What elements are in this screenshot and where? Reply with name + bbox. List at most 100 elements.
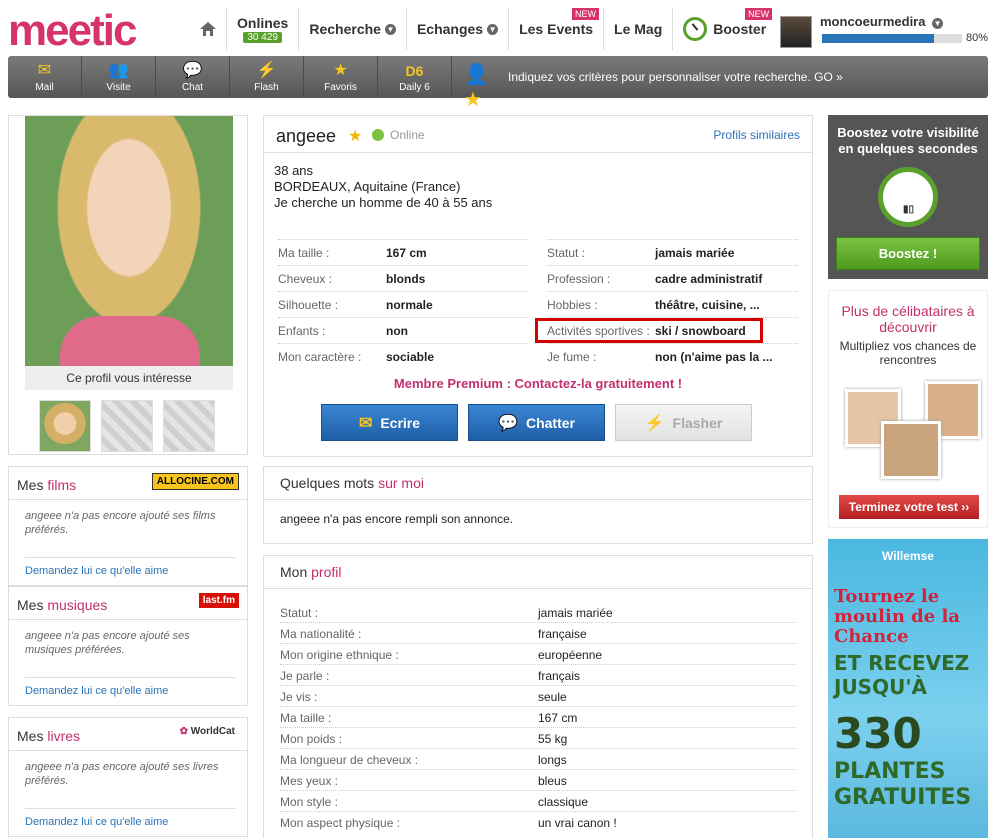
about-text: angeee n'a pas encore rempli son annonce… [280,512,514,526]
attr-value: jamais mariée [655,246,735,260]
avatar[interactable] [780,16,812,48]
photo-thumbnail-placeholder[interactable] [101,400,153,452]
nav-booster[interactable]: NEW Booster [673,8,776,50]
films-ask-link[interactable]: Demandez lui ce qu'elle aime [25,565,168,577]
ad-tagline: Tournez le moulin de la Chance [834,586,960,647]
premium-contact-link[interactable]: Membre Premium : Contactez-la gratuiteme… [264,376,812,391]
ad-line: PLANTES [834,759,946,784]
my-profile-title: Mon profil [280,564,341,580]
toolbar-flash-label: Flash [254,81,279,93]
attr-value: non [386,324,408,338]
nav-mag-label: Le Mag [614,21,663,37]
onlines-count-badge: 30 429 [243,32,282,43]
gauge-icon [683,17,708,41]
profile-row-value: bleus [538,774,567,788]
toolbar-visite[interactable]: 👥 Visite [82,56,156,98]
profile-row-value: 55 kg [538,732,568,746]
boost-button[interactable]: Boostez ! [836,237,980,270]
nav-echanges[interactable]: Echanges ▼ [407,8,510,50]
attr-row: Je fume : non (n'aime pas la ... [547,343,798,369]
toolbar-mail[interactable]: ✉ Mail [8,56,82,98]
divider [264,152,812,153]
attr-label: Mon caractère : [278,350,362,364]
write-button-label: Ecrire [380,414,421,431]
nav-mag[interactable]: Le Mag [604,8,674,50]
toolbar-flash[interactable]: ⚡ Flash [230,56,304,98]
finish-test-button[interactable]: Terminez votre test ›› [839,495,979,519]
music-ask-link[interactable]: Demandez lui ce qu'elle aime [25,685,168,697]
toolbar-daily6[interactable]: D6 Daily 6 [378,56,452,98]
nav-home[interactable] [190,8,227,50]
similar-profiles-link[interactable]: Profils similaires [713,128,800,142]
boost-title: Boostez votre visibilité en quelques sec… [837,125,979,156]
ad-line: JUSQU'À [834,675,927,699]
meetic-logo[interactable]: meetic [8,6,137,56]
attr-label: Ma taille : [278,246,330,260]
about-panel: Quelques mots sur moi angeee n'a pas enc… [263,466,813,544]
profile-row: Je parle : français [280,665,796,686]
allocine-logo[interactable]: ALLOCINE.COM [151,473,239,490]
attr-row: Statut : jamais mariée [547,239,798,265]
profile-row-label: Mon origine ethnique : [280,648,399,662]
profile-row: Je vis : seule [280,686,796,707]
flash-button[interactable]: ⚡ Flasher [615,404,752,441]
profile-seeking: Je cherche un homme de 40 à 55 ans [274,195,493,210]
attr-row: Mon caractère : sociable [278,343,528,369]
attr-label: Activités sportives : [547,324,650,338]
divider [9,750,247,751]
profile-row-value: français [538,669,581,683]
new-badge: NEW [745,8,773,20]
lastfm-logo[interactable]: last.fm [198,593,239,608]
profile-age: 38 ans [274,163,314,178]
toolbar-chat[interactable]: 💬 Chat [156,56,230,98]
my-profile-title-prefix: Mon [280,564,312,580]
divider [25,677,235,678]
nav-recherche[interactable]: Recherche ▼ [299,8,407,50]
user-star-icon: 👤★ [464,64,489,111]
books-ask-link[interactable]: Demandez lui ce qu'elle aime [25,816,168,828]
films-box: Mes films ALLOCINE.COM angeee n'a pas en… [8,466,248,586]
toolbar-daily6-label: Daily 6 [399,81,430,93]
music-box: Mes musiques last.fm angeee n'a pas enco… [8,586,248,706]
search-criteria-link[interactable]: 👤★ Indiquez vos critères pour personnali… [452,56,988,111]
divider [25,557,235,558]
new-badge: NEW [572,8,600,20]
profile-row-label: Mon aspect physique : [280,816,401,830]
user-menu[interactable]: moncoeurmedira ▼ 80% [780,14,990,50]
chat-button-label: Chatter [525,414,575,431]
profile-row: Mon style : classique [280,791,796,812]
nav-onlines[interactable]: Onlines 30 429 [227,8,300,50]
profile-row-value: européenne [538,648,603,662]
toolbar-mail-label: Mail [35,81,54,93]
interest-button[interactable]: Ce profil vous intéresse [25,366,233,390]
username[interactable]: moncoeurmedira ▼ [820,14,944,29]
chat-button[interactable]: 💬 Chatter [468,404,605,441]
action-buttons: ✉ Ecrire 💬 Chatter ⚡ Flasher [321,404,752,441]
photo-thumbnail-placeholder[interactable] [163,400,215,452]
profile-row: Ma longueur de cheveux : longs [280,749,796,770]
star-icon[interactable]: ★ [348,126,362,146]
star-icon: ★ [333,61,348,79]
attr-row: Cheveux : blonds [278,265,528,291]
about-title: Quelques mots sur moi [280,475,424,491]
write-button[interactable]: ✉ Ecrire [321,404,458,441]
nav-events[interactable]: NEW Les Events [509,8,605,50]
attr-row: Ma taille : 167 cm [278,239,528,265]
photo-thumbnail[interactable] [39,400,91,452]
worldcat-logo[interactable]: ✿ WorldCat [176,724,239,739]
profile-photo[interactable] [25,116,233,378]
films-title: Mes films [17,477,76,493]
books-title-prefix: Mes [17,728,48,744]
toolbar-chat-label: Chat [181,81,204,93]
advertisement[interactable]: Willemse Tournez le moulin de la Chance … [828,539,988,838]
profile-completion-bar [822,34,962,43]
profile-row-value: longs [538,753,567,767]
profile-row-value: française [538,627,587,641]
toolbar-favoris[interactable]: ★ Favoris [304,56,378,98]
divider [25,808,235,809]
attr-label: Hobbies : [547,298,598,312]
attr-row: Enfants : non [278,317,528,343]
music-title-prefix: Mes [17,597,48,613]
divider [9,619,247,620]
online-status: Online [390,128,425,142]
